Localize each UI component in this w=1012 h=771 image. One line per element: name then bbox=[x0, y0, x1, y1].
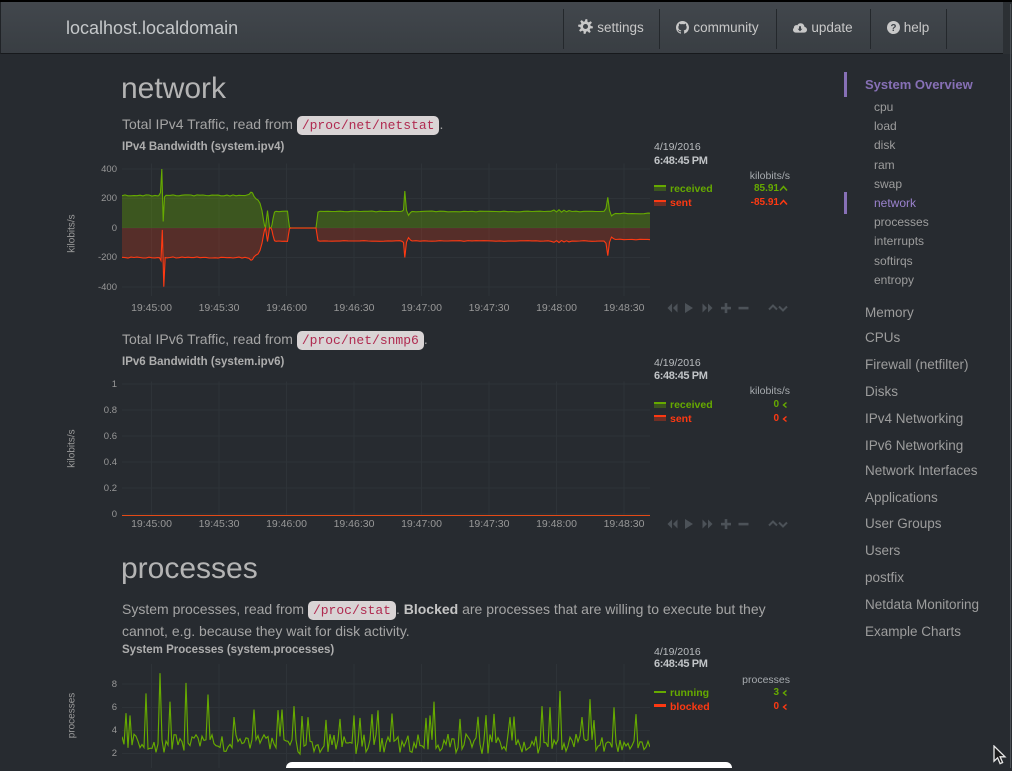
svg-text:?: ? bbox=[890, 23, 896, 34]
